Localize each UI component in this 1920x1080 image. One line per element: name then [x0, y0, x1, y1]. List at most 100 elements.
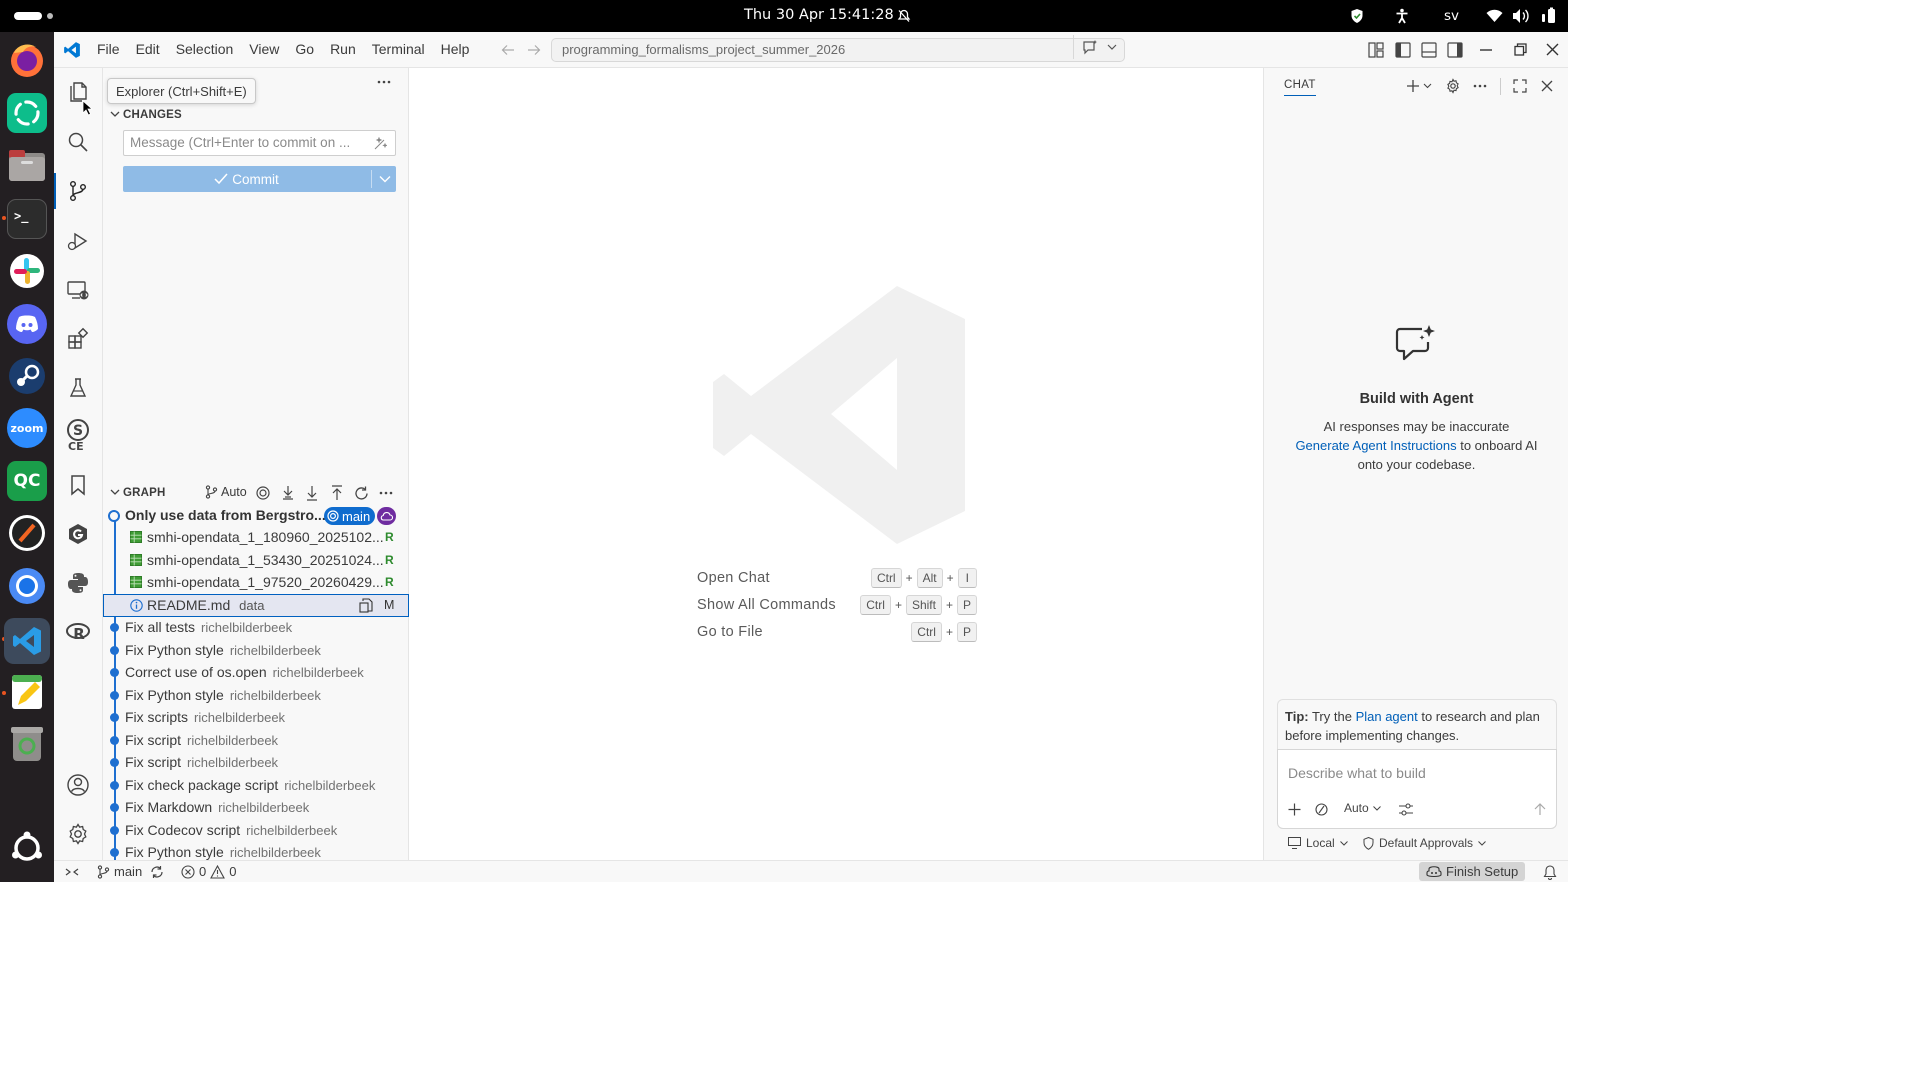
open-file-icon[interactable]: [359, 598, 373, 613]
vscode-icon[interactable]: [4, 618, 50, 664]
workspace-indicator[interactable]: [47, 13, 53, 19]
toggle-primary-sidebar-icon[interactable]: [1395, 42, 1411, 58]
commit-dropdown-button[interactable]: [373, 166, 396, 192]
accessibility-icon[interactable]: [1395, 8, 1409, 24]
toggle-secondary-sidebar-icon[interactable]: [1447, 42, 1463, 58]
session-location-picker[interactable]: Local: [1288, 836, 1348, 850]
problems-status-item[interactable]: 0 0: [181, 864, 236, 879]
menu-edit[interactable]: Edit: [136, 41, 168, 57]
tools-config-icon[interactable]: [1399, 803, 1413, 816]
restore-window-icon[interactable]: [1514, 43, 1527, 56]
changed-file-row[interactable]: smhi-opendata_1_180960_2025102... R: [103, 526, 409, 549]
chat-tab[interactable]: CHAT: [1284, 79, 1316, 96]
files-icon[interactable]: [7, 146, 47, 186]
mixer-app-icon[interactable]: [7, 513, 47, 553]
accounts-icon[interactable]: [66, 773, 90, 797]
qc-app-icon[interactable]: QC: [7, 461, 47, 501]
zoom-icon[interactable]: zoom: [7, 408, 47, 448]
agent-mode-icon[interactable]: [1315, 803, 1328, 816]
customize-layout-icon[interactable]: [1368, 42, 1384, 58]
model-picker-button[interactable]: Auto: [1344, 801, 1381, 815]
bookmarks-icon[interactable]: [66, 473, 90, 497]
changed-file-row-selected[interactable]: README.md data M: [103, 594, 409, 617]
run-debug-icon[interactable]: [66, 229, 90, 253]
python-icon[interactable]: [66, 571, 90, 595]
more-actions-icon[interactable]: [377, 80, 391, 84]
commit-row[interactable]: Fix scripts richelbilderbeek: [103, 706, 409, 729]
graph-section-header[interactable]: GRAPH Auto: [103, 482, 409, 504]
branch-badge[interactable]: main: [324, 507, 376, 525]
approvals-picker[interactable]: Default Approvals: [1363, 836, 1486, 850]
plan-agent-link[interactable]: Plan agent: [1356, 709, 1418, 724]
sparkle-icon[interactable]: [374, 137, 387, 150]
maximize-chat-icon[interactable]: [1513, 79, 1527, 93]
menu-selection[interactable]: Selection: [176, 41, 242, 57]
commit-row[interactable]: Fix all tests richelbilderbeek: [103, 616, 409, 639]
changes-section-header[interactable]: CHANGES: [103, 104, 409, 126]
branch-status-item[interactable]: main: [97, 864, 142, 879]
generate-agent-instructions-link[interactable]: Generate Agent Instructions: [1295, 438, 1456, 453]
element-icon[interactable]: [7, 93, 47, 133]
finish-setup-button[interactable]: Finish Setup: [1419, 862, 1526, 881]
discord-icon[interactable]: [7, 304, 47, 344]
chat-toggle-button[interactable]: [1073, 35, 1125, 59]
commit-row[interactable]: Fix Codecov script richelbilderbeek: [103, 819, 409, 842]
graph-more-icon[interactable]: [379, 491, 393, 495]
terminal-icon[interactable]: >_: [7, 199, 47, 239]
menu-run[interactable]: Run: [330, 41, 364, 57]
head-commit-row[interactable]: Only use data from Bergstro... main: [103, 504, 409, 527]
trash-icon[interactable]: [7, 724, 47, 764]
remote-indicator[interactable]: [65, 865, 79, 879]
commit-row[interactable]: Fix Python style richelbilderbeek: [103, 639, 409, 662]
menu-help[interactable]: Help: [441, 41, 478, 57]
commit-row[interactable]: Fix script richelbilderbeek: [103, 729, 409, 752]
shield-icon[interactable]: [1350, 8, 1364, 24]
commit-row[interactable]: Fix check package script richelbilderbeek: [103, 774, 409, 797]
system-clock[interactable]: Thu 30 Apr 15:41:28: [744, 7, 894, 23]
changed-file-row[interactable]: smhi-opendata_1_53430_20251024... R: [103, 549, 409, 572]
commit-row[interactable]: Fix Python style richelbilderbeek: [103, 684, 409, 707]
text-editor-icon[interactable]: [7, 672, 47, 712]
menu-go[interactable]: Go: [295, 41, 322, 57]
slack-icon[interactable]: [7, 251, 47, 291]
fetch-icon[interactable]: [281, 485, 295, 501]
steam-icon[interactable]: [7, 356, 47, 396]
graph-branch-filter[interactable]: Auto: [205, 485, 247, 499]
chat-input-box[interactable]: Describe what to build Auto: [1277, 749, 1557, 829]
manage-gear-icon[interactable]: [66, 822, 90, 846]
firefox-icon[interactable]: [7, 40, 47, 80]
commit-button[interactable]: Commit: [123, 166, 396, 192]
minimize-window-icon[interactable]: [1480, 49, 1492, 51]
battery-icon[interactable]: [1540, 7, 1556, 24]
show-applications-icon[interactable]: [7, 828, 47, 868]
notifications-bell-icon[interactable]: [1543, 865, 1557, 880]
gitlens-icon[interactable]: [66, 522, 90, 546]
toggle-panel-icon[interactable]: [1421, 42, 1437, 58]
commit-row[interactable]: Fix script richelbilderbeek: [103, 751, 409, 774]
close-chat-icon[interactable]: [1541, 80, 1553, 92]
forward-arrow-icon[interactable]: [527, 43, 541, 57]
push-icon[interactable]: [330, 485, 344, 501]
menu-file[interactable]: File: [97, 41, 128, 57]
search-icon[interactable]: [66, 130, 90, 154]
testing-flask-icon[interactable]: [66, 376, 90, 400]
remote-cloud-badge[interactable]: [377, 507, 396, 525]
extensions-icon[interactable]: [66, 327, 90, 351]
menu-view[interactable]: View: [249, 41, 287, 57]
changed-file-row[interactable]: smhi-opendata_1_97520_20260429... R: [103, 571, 409, 594]
keyboard-layout-indicator[interactable]: sv: [1444, 8, 1459, 24]
compiler-explorer-icon[interactable]: S CE: [66, 418, 90, 454]
commit-row[interactable]: Fix Markdown richelbilderbeek: [103, 796, 409, 819]
do-not-disturb-icon[interactable]: [897, 9, 911, 23]
wifi-icon[interactable]: [1486, 9, 1503, 23]
volume-icon[interactable]: [1512, 8, 1529, 24]
chat-more-icon[interactable]: [1473, 84, 1487, 88]
refresh-icon[interactable]: [354, 486, 369, 501]
remote-explorer-icon[interactable]: [66, 278, 90, 302]
commit-row[interactable]: Correct use of os.open richelbilderbeek: [103, 661, 409, 684]
pull-icon[interactable]: [305, 485, 319, 501]
back-arrow-icon[interactable]: [501, 43, 515, 57]
chat-settings-gear-icon[interactable]: [1445, 78, 1461, 94]
target-icon[interactable]: [256, 486, 270, 500]
chromium-icon[interactable]: [7, 566, 47, 606]
